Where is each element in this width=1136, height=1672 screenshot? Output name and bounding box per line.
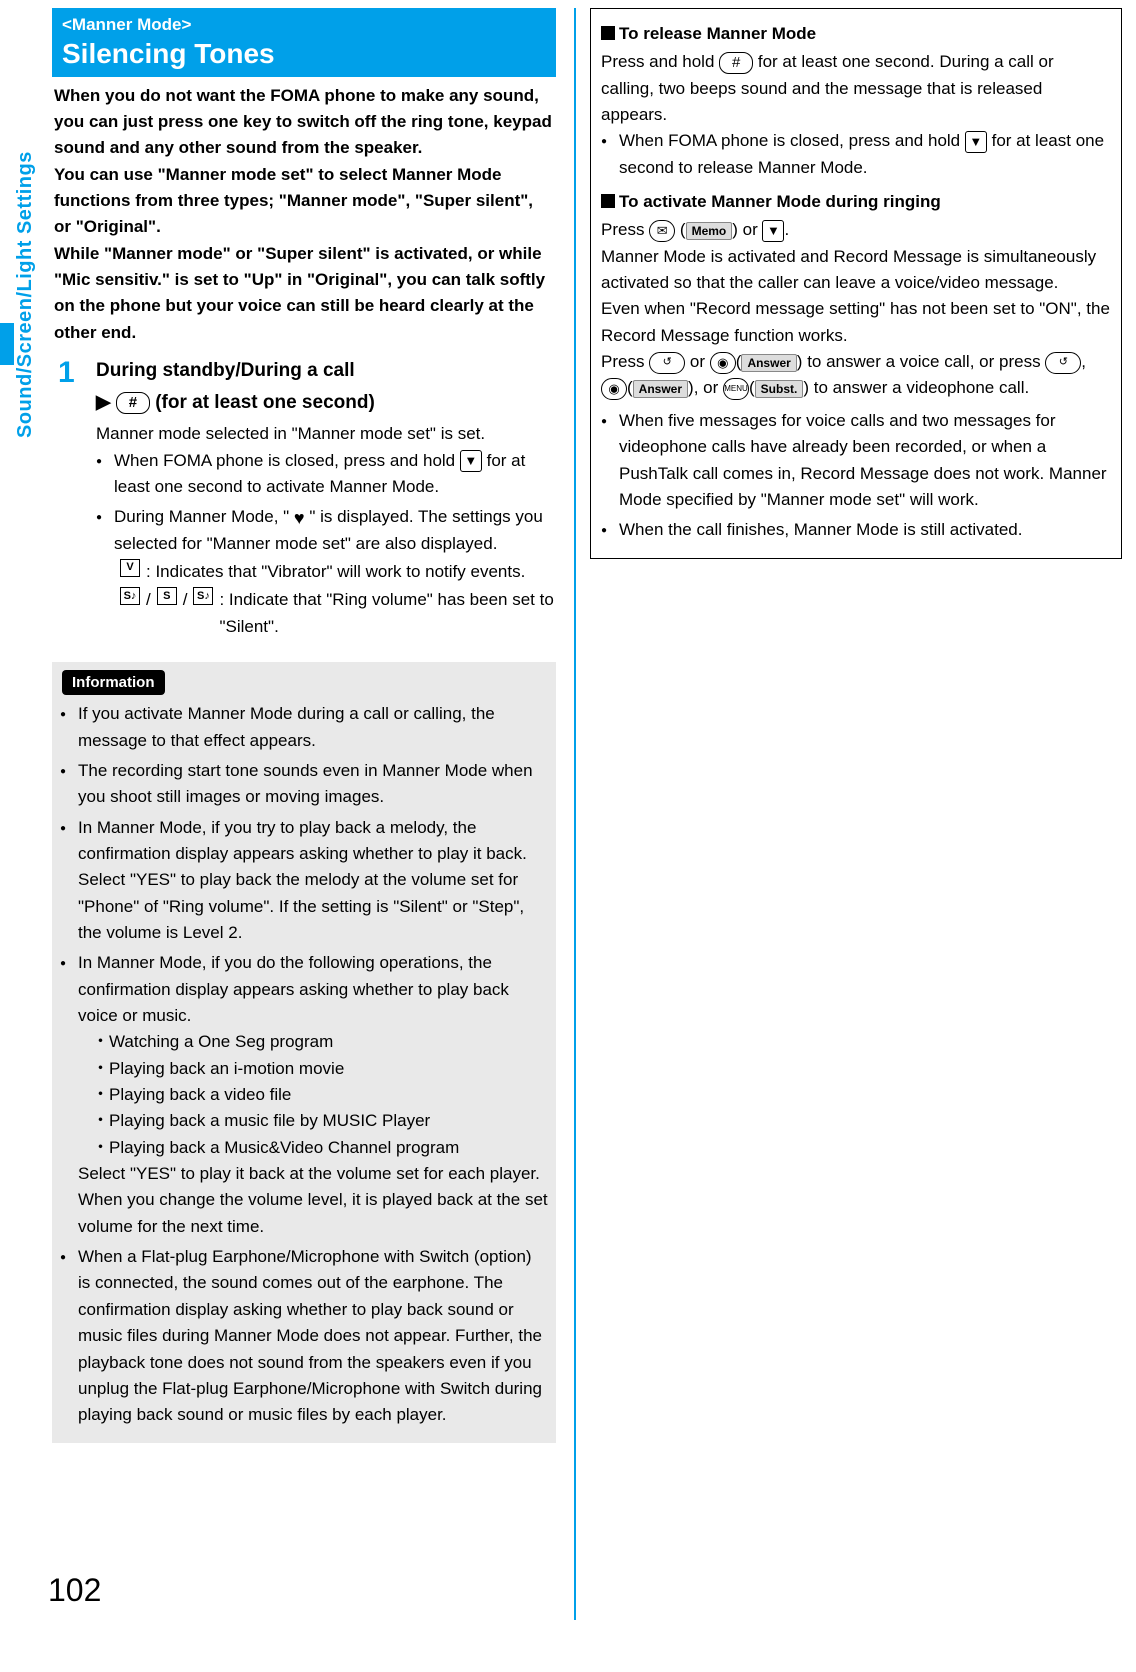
step-head-line1: During standby/During a call — [96, 358, 556, 384]
intro-text: When you do not want the FOMA phone to m… — [52, 77, 556, 356]
release-text: Press and hold # for at least one second… — [601, 49, 1111, 128]
call-key-icon: ↺ — [649, 352, 685, 374]
activate-line-2: Manner Mode is activated and Record Mess… — [601, 244, 1111, 297]
step-head-suffix: (for at least one second) — [155, 392, 375, 413]
left-column: <Manner Mode> Silencing Tones When you d… — [52, 8, 560, 1620]
right-bullet-1: When five messages for voice calls and t… — [601, 408, 1111, 513]
column-divider — [574, 8, 576, 1620]
silent-icon-3: S♪ — [193, 587, 213, 605]
step-1: 1 During standby/During a call ▶ # (for … — [52, 356, 556, 648]
silent-icon-2: S — [157, 587, 177, 605]
vibrator-icon: V — [120, 559, 140, 577]
section-tag: <Manner Mode> — [62, 12, 546, 38]
step-bullet-2: During Manner Mode, " ♥ " is displayed. … — [96, 504, 556, 640]
answer-chip: Answer — [741, 354, 796, 372]
information-label: Information — [62, 670, 165, 695]
right-box: To release Manner Mode Press and hold # … — [590, 8, 1122, 559]
call-key-icon: ↺ — [1045, 352, 1081, 374]
down-key-icon: ▼ — [460, 450, 482, 472]
release-manner-heading: To release Manner Mode — [601, 21, 1111, 47]
section-title: Silencing Tones — [62, 38, 546, 70]
menu-key-icon: MENU — [723, 378, 749, 400]
activate-line-4: Press ↺ or ◉(Answer) to answer a voice c… — [601, 349, 1111, 402]
down-key-icon: ▼ — [965, 131, 987, 153]
square-bullet-icon — [601, 194, 615, 208]
memo-chip: Memo — [686, 222, 733, 240]
vibrator-text: : Indicates that "Vibrator" will work to… — [146, 559, 525, 585]
answer-chip: Answer — [633, 380, 688, 398]
down-key-icon: ▼ — [762, 220, 784, 242]
information-box: Information If you activate Manner Mode … — [52, 662, 556, 1443]
release-bullet: When FOMA phone is closed, press and hol… — [601, 128, 1111, 181]
subst-chip: Subst. — [755, 380, 804, 398]
hash-key-icon: # — [719, 52, 753, 74]
info-item-2: The recording start tone sounds even in … — [60, 758, 548, 811]
right-column: To release Manner Mode Press and hold # … — [590, 8, 1136, 1620]
section-label: Sound/Screen/Light Settings — [10, 151, 41, 438]
info-item-3: In Manner Mode, if you try to play back … — [60, 815, 548, 947]
info-item-5: When a Flat-plug Earphone/Microphone wit… — [60, 1244, 548, 1428]
info-item-4: In Manner Mode, if you do the following … — [60, 950, 548, 1240]
square-bullet-icon — [601, 26, 615, 40]
silent-text: : Indicate that "Ring volume" has been s… — [219, 587, 556, 640]
manner-heart-icon: ♥ — [294, 509, 305, 527]
mail-key-icon: ✉ — [649, 220, 675, 242]
center-key-icon: ◉ — [710, 352, 736, 374]
page-number: 102 — [48, 1566, 101, 1616]
side-strip: Sound/Screen/Light Settings — [0, 8, 52, 1620]
silent-icon-1: S♪ — [120, 587, 140, 605]
step-number: 1 — [58, 358, 86, 644]
center-key-icon: ◉ — [601, 378, 627, 400]
hash-key-icon: # — [116, 392, 150, 414]
info4-sublist: ・Watching a One Seg program ・Playing bac… — [78, 1029, 548, 1161]
activate-line-3: Even when "Record message setting" has n… — [601, 296, 1111, 349]
step-head-line2: ▶ # (for at least one second) — [96, 390, 556, 416]
arrow-icon: ▶ — [96, 392, 111, 413]
activate-line-1: Press ✉ (Memo) or ▼. — [601, 217, 1111, 243]
right-bullet-2: When the call finishes, Manner Mode is s… — [601, 517, 1111, 543]
section-header: <Manner Mode> Silencing Tones — [52, 8, 556, 77]
activate-ringing-heading: To activate Manner Mode during ringing — [601, 189, 1111, 215]
info-item-1: If you activate Manner Mode during a cal… — [60, 701, 548, 754]
step-bullet-1: When FOMA phone is closed, press and hol… — [96, 448, 556, 501]
step-desc: Manner mode selected in "Manner mode set… — [96, 421, 556, 447]
